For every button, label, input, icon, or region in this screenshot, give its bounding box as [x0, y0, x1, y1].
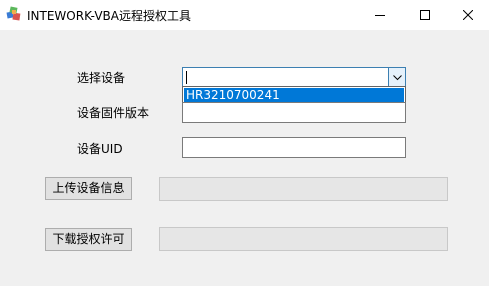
minimize-icon — [375, 15, 385, 16]
maximize-button[interactable] — [402, 0, 448, 30]
title-bar[interactable]: INTEWORK-VBA远程授权工具 — [0, 0, 489, 30]
download-status-field — [159, 227, 448, 251]
close-button[interactable] — [446, 0, 489, 30]
app-icon — [6, 6, 22, 22]
device-select-dropdown-button[interactable] — [388, 68, 405, 87]
device-select-dropdown-list: HR3210700241 — [182, 86, 406, 103]
text-cursor — [186, 71, 187, 84]
device-uid-label: 设备UID — [77, 142, 123, 156]
minimize-button[interactable] — [357, 0, 403, 30]
window-title: INTEWORK-VBA远程授权工具 — [27, 9, 191, 23]
device-option[interactable]: HR3210700241 — [184, 88, 404, 102]
close-icon — [462, 10, 473, 20]
device-uid-field[interactable] — [182, 137, 406, 158]
download-license-button[interactable]: 下载授权许可 — [45, 228, 132, 251]
firmware-version-label: 设备固件版本 — [77, 106, 150, 120]
upload-device-info-button[interactable]: 上传设备信息 — [45, 177, 132, 200]
chevron-down-icon — [392, 74, 402, 80]
upload-status-field — [159, 177, 448, 201]
device-select-label: 选择设备 — [77, 71, 126, 85]
maximize-icon — [420, 10, 430, 20]
firmware-version-field[interactable] — [182, 102, 406, 123]
device-select[interactable] — [182, 67, 406, 88]
